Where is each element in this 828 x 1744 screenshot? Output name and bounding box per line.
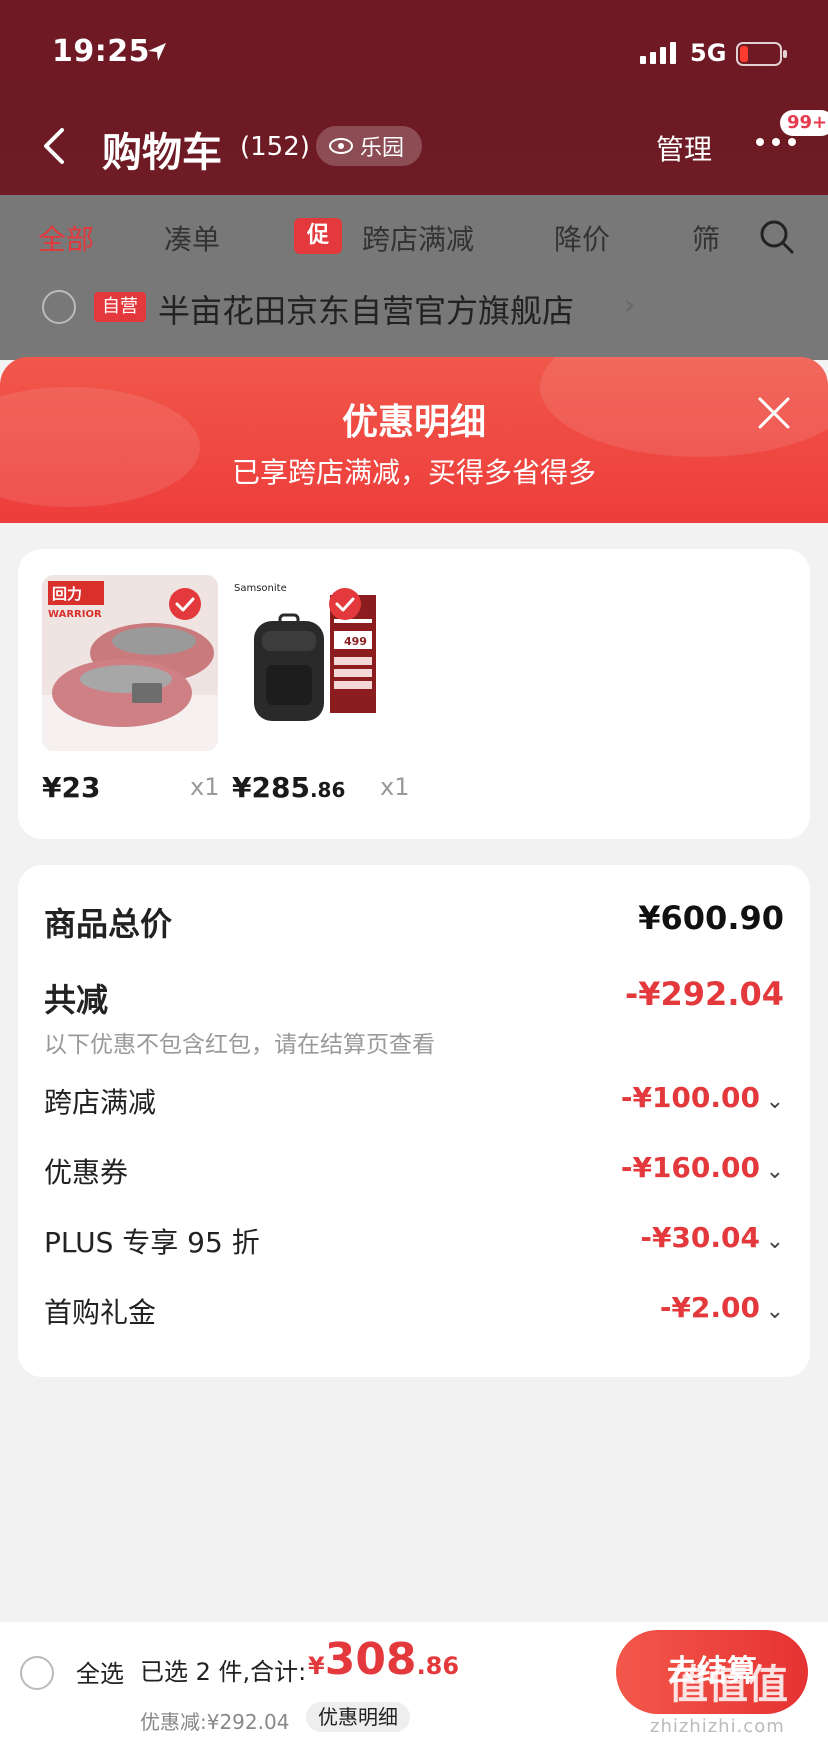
sheet-title: 优惠明细 — [341, 402, 486, 443]
discount-row-coupon[interactable]: 优惠券 -¥160.00 ⌄ — [44, 1151, 784, 1195]
summary-card: 商品总价 ¥600.90 共减 -¥292.04 以下优惠不包含红包，请在结算页… — [18, 865, 810, 1377]
selected-info: 已选 2 件,合计: — [140, 1658, 307, 1686]
check-icon[interactable] — [168, 587, 202, 621]
store-chevron-icon: › — [624, 288, 636, 321]
self-operated-tag: 自营 — [94, 292, 146, 322]
watermark-url: zhizhizhi.com — [650, 1716, 785, 1737]
tab-cross-store[interactable]: 跨店满减 — [362, 218, 474, 258]
discount-label: 跨店满减 — [44, 1086, 157, 1119]
chevron-down-icon[interactable]: ⌄ — [766, 1229, 784, 1254]
cart-count: (152) — [240, 132, 310, 162]
battery-icon — [736, 42, 787, 66]
chevron-down-icon[interactable]: ⌄ — [766, 1299, 784, 1324]
select-all-label[interactable]: 全选 — [76, 1654, 124, 1689]
product-price-slippers: ¥23 — [42, 771, 101, 804]
product-qty-backpack: x1 — [380, 773, 410, 801]
tab-price-drop[interactable]: 降价 — [554, 218, 610, 258]
discount-value: -¥100.00 — [620, 1081, 760, 1114]
svg-text:Samsonite: Samsonite — [234, 583, 287, 594]
total-price: ¥308.86 — [308, 1634, 460, 1685]
product-item-slippers[interactable]: 回力 WARRIOR — [42, 575, 218, 751]
promo-tag: 促 — [294, 218, 342, 254]
discount-value: -¥160.00 — [620, 1151, 760, 1184]
chevron-down-icon[interactable]: ⌄ — [766, 1159, 784, 1184]
signal-icon — [640, 42, 676, 64]
sheet-subtitle: 已享跨店满减，买得多省得多 — [231, 456, 596, 489]
paradise-label: 乐园 — [360, 136, 405, 161]
tab-all[interactable]: 全部 — [38, 218, 94, 258]
total-reduce-label: 共减 — [44, 981, 109, 1019]
tab-bundle[interactable]: 凑单 — [164, 218, 220, 258]
cart-title: 购物车 — [102, 130, 222, 176]
total-reduce-value: -¥292.04 — [624, 975, 784, 1013]
backpack-image: Samsonite 499 — [232, 575, 408, 751]
discount-label: PLUS 专享 95 折 — [44, 1226, 260, 1259]
cart-page-background: 19:25 5G 购物车 (152) 乐园 管理 99+ 全部 凑单 促 跨店满… — [0, 0, 828, 360]
discount-row-plus[interactable]: PLUS 专享 95 折 -¥30.04 ⌄ — [44, 1221, 784, 1265]
discount-value: -¥30.04 — [640, 1221, 760, 1254]
discount-label: 优惠券 — [44, 1156, 129, 1189]
store-row[interactable]: 自营 半亩花田京东自营官方旗舰店 › — [0, 282, 828, 332]
paradise-chip[interactable]: 乐园 — [316, 126, 423, 166]
svg-text:499: 499 — [344, 635, 367, 648]
store-select-radio[interactable] — [42, 290, 76, 324]
cart-header: 购物车 (152) 乐园 管理 99+ — [0, 110, 828, 180]
discount-hint: 以下优惠不包含红包，请在结算页查看 — [44, 1032, 435, 1058]
product-image-backpack: Samsonite 499 — [232, 575, 408, 751]
goods-total-row: 商品总价 ¥600.90 — [44, 899, 784, 943]
goods-total-label: 商品总价 — [44, 905, 173, 943]
search-icon[interactable] — [758, 218, 796, 256]
svg-text:WARRIOR: WARRIOR — [48, 609, 102, 620]
close-icon[interactable] — [756, 395, 792, 431]
discount-row-first-purchase[interactable]: 首购礼金 -¥2.00 ⌄ — [44, 1291, 784, 1335]
discount-value: -¥2.00 — [659, 1291, 760, 1324]
chevron-down-icon[interactable]: ⌄ — [766, 1089, 784, 1114]
message-badge: 99+ — [780, 110, 828, 136]
discount-label: 首购礼金 — [44, 1296, 157, 1329]
network-label: 5G — [690, 39, 727, 67]
filter-tabs: 全部 凑单 促 跨店满减 降价 筛 — [0, 212, 828, 262]
manage-button[interactable]: 管理 — [656, 128, 712, 168]
status-bar: 19:25 5G — [0, 30, 828, 80]
product-qty-slippers: x1 — [190, 773, 220, 801]
product-item-backpack[interactable]: Samsonite 499 — [232, 575, 408, 751]
products-card: 回力 WARRIOR ¥23 x1 Samsonite 499 ¥285.86 … — [18, 549, 810, 839]
discount-sheet-body: 回力 WARRIOR ¥23 x1 Samsonite 499 ¥285.86 … — [0, 523, 828, 1623]
tab-filter[interactable]: 筛 — [692, 218, 720, 258]
brand-logo-text: 回力 — [52, 585, 82, 603]
goods-total-value: ¥600.90 — [638, 899, 784, 937]
status-time: 19:25 — [52, 34, 150, 69]
store-name[interactable]: 半亩花田京东自营官方旗舰店 — [158, 286, 574, 332]
discount-row-cross-store[interactable]: 跨店满减 -¥100.00 ⌄ — [44, 1081, 784, 1125]
location-arrow-icon — [148, 43, 166, 61]
back-arrow-icon[interactable] — [40, 126, 68, 166]
select-all-radio[interactable] — [20, 1656, 54, 1690]
total-reduce-row: 共减 -¥292.04 — [44, 975, 784, 1019]
check-icon[interactable] — [328, 587, 362, 621]
watermark-logo: 值值值 — [668, 1662, 788, 1708]
product-price-backpack: ¥285.86 — [232, 771, 346, 804]
saved-amount: 优惠减:¥292.04 — [140, 1710, 290, 1734]
checkout-bar: 全选 已选 2 件,合计: ¥308.86 优惠减:¥292.04 优惠明细 去… — [0, 1622, 828, 1744]
eye-icon — [329, 138, 353, 154]
discount-sheet-header: 优惠明细 已享跨店满减，买得多省得多 — [0, 357, 828, 523]
discount-detail-button[interactable]: 优惠明细 — [306, 1702, 410, 1732]
